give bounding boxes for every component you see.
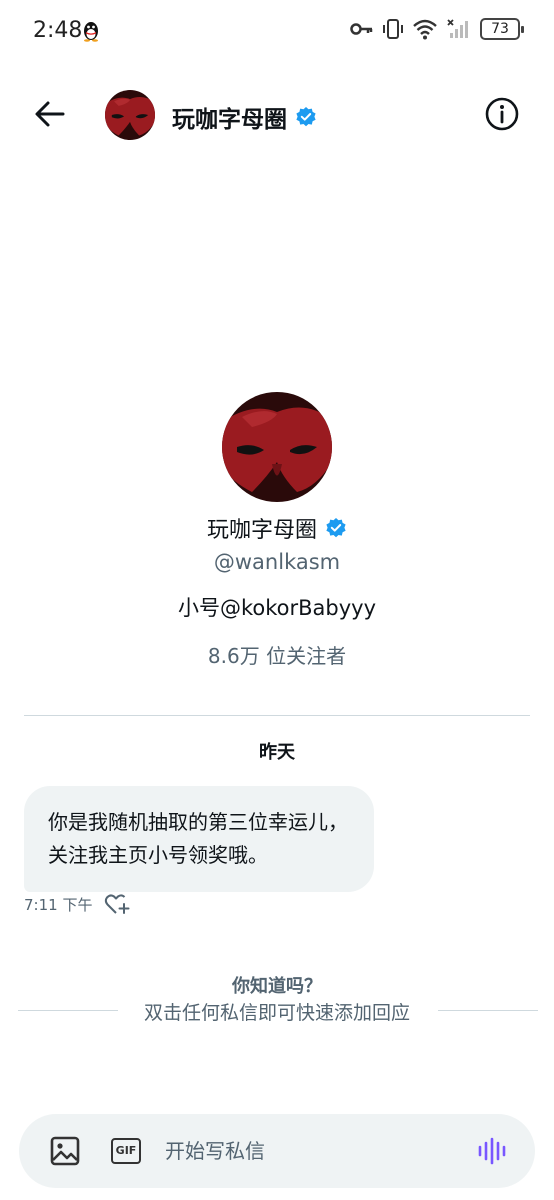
add-reaction-heart-icon[interactable] — [104, 892, 130, 916]
qq-penguin-icon — [84, 22, 98, 42]
wifi-icon — [413, 19, 437, 40]
status-time: 2:48 — [33, 18, 83, 43]
key-icon — [350, 23, 373, 35]
status-bar: 2:48 73 — [0, 0, 554, 64]
divider — [438, 1010, 538, 1011]
tip-body: 双击任何私信即可快速添加回应 — [143, 1002, 410, 1024]
cellular-signal-icon — [447, 19, 468, 38]
mask-avatar-image — [105, 90, 155, 140]
profile-avatar[interactable] — [222, 392, 332, 502]
status-icons: 73 — [350, 18, 524, 40]
profile-handle[interactable]: @wanlkasm — [0, 550, 554, 574]
profile-summary: 玩咖字母圈 @wanlkasm 小号@kokorBabyyy 8.6万 位关注者 — [0, 392, 554, 669]
gif-icon[interactable]: GIF — [111, 1138, 141, 1164]
vibrate-icon — [383, 19, 403, 39]
image-icon[interactable] — [49, 1135, 81, 1167]
message-composer: GIF — [19, 1114, 535, 1188]
header-title[interactable]: 玩咖字母圈 — [172, 100, 317, 134]
message-input[interactable] — [165, 1134, 465, 1168]
header-title-text: 玩咖字母圈 — [172, 107, 287, 133]
profile-name-text: 玩咖字母圈 — [206, 518, 317, 543]
message-time: 7:11 下午 — [24, 895, 93, 914]
message-meta: 7:11 下午 — [24, 892, 130, 916]
verified-badge-icon — [296, 107, 316, 127]
date-separator: 昨天 — [259, 742, 295, 763]
battery-indicator: 73 — [480, 18, 524, 40]
profile-name[interactable]: 玩咖字母圈 — [207, 512, 347, 544]
follower-count[interactable]: 8.6万 位关注者 — [0, 640, 554, 669]
voice-message-icon[interactable] — [477, 1136, 507, 1166]
back-arrow-icon[interactable] — [30, 94, 70, 134]
divider — [24, 715, 530, 716]
info-icon[interactable] — [482, 94, 522, 134]
verified-badge-icon — [326, 518, 346, 538]
message-bubble[interactable]: 你是我随机抽取的第三位幸运儿，关注我主页小号领奖哦。 — [24, 786, 374, 892]
conversation-header: 玩咖字母圈 — [0, 80, 554, 150]
profile-bio: 小号@kokorBabyyy — [177, 596, 377, 620]
mask-avatar-image — [222, 392, 332, 502]
tip-title: 你知道吗？ — [232, 976, 322, 997]
divider — [18, 1010, 118, 1011]
header-avatar[interactable] — [105, 90, 155, 140]
